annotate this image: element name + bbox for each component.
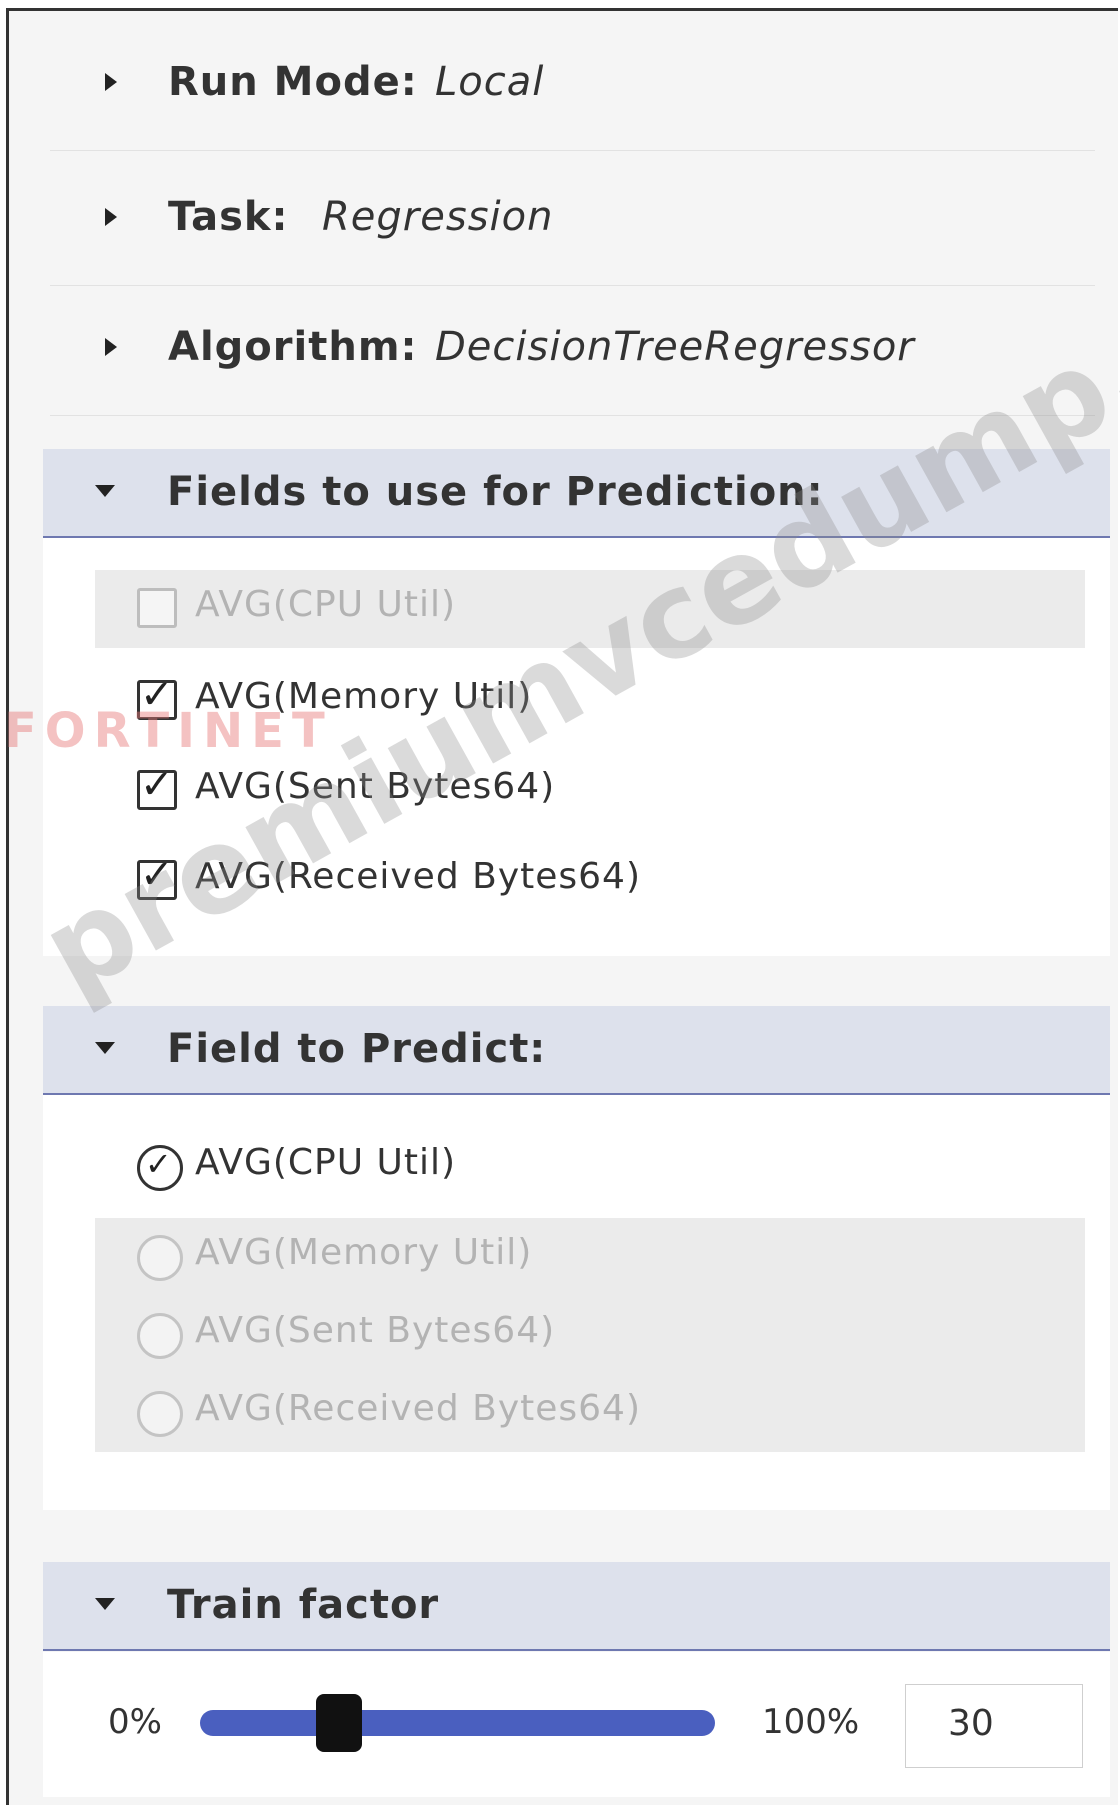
- check-icon: ✓: [140, 762, 174, 808]
- expand-arrow-icon[interactable]: [105, 208, 117, 226]
- field-option-label: AVG(Received Bytes64): [195, 856, 642, 897]
- task-value: Regression: [322, 194, 554, 240]
- slider-handle[interactable]: [316, 1694, 363, 1752]
- predict-option-cpu-util[interactable]: ✓ AVG(CPU Util): [95, 1128, 1085, 1206]
- train-section-header[interactable]: Train factor: [43, 1562, 1110, 1651]
- predict-option-label: AVG(Received Bytes64): [195, 1388, 642, 1429]
- radio-button[interactable]: ✓: [137, 1145, 183, 1191]
- checkbox[interactable]: ✓: [137, 765, 177, 810]
- slider-min-label: 0%: [108, 1702, 162, 1742]
- predict-option-received-bytes: AVG(Received Bytes64): [95, 1374, 1085, 1452]
- train-factor-slider[interactable]: [200, 1710, 715, 1736]
- fields-section-header[interactable]: Fields to use for Prediction:: [43, 449, 1110, 538]
- task-row[interactable]: Task: Regression: [50, 150, 1095, 286]
- predict-option-memory-util: AVG(Memory Util): [95, 1218, 1085, 1296]
- run-mode-value: Local: [435, 59, 545, 105]
- train-factor-input[interactable]: 30: [905, 1684, 1083, 1768]
- field-option-label: AVG(CPU Util): [195, 584, 457, 625]
- run-mode-label: Run Mode:: [168, 59, 418, 105]
- expand-arrow-icon[interactable]: [105, 338, 117, 356]
- train-section-title: Train factor: [167, 1582, 440, 1628]
- predict-option-label: AVG(Memory Util): [195, 1232, 533, 1273]
- predict-option-label: AVG(Sent Bytes64): [195, 1310, 556, 1351]
- field-option-received-bytes[interactable]: ✓ AVG(Received Bytes64): [95, 842, 1085, 920]
- checkbox[interactable]: ✓: [137, 855, 177, 900]
- checkbox: [137, 588, 177, 628]
- check-icon: ✓: [140, 852, 174, 898]
- collapse-arrow-icon[interactable]: [95, 485, 115, 497]
- radio-button: [137, 1313, 183, 1359]
- predict-section-header[interactable]: Field to Predict:: [43, 1006, 1110, 1095]
- algorithm-label: Algorithm:: [168, 324, 418, 370]
- algorithm-row[interactable]: Algorithm: DecisionTreeRegressor: [50, 280, 1095, 416]
- fortinet-logo: FORTINET: [4, 703, 333, 759]
- slider-max-label: 100%: [762, 1702, 860, 1742]
- radio-button: [137, 1391, 183, 1437]
- predict-option-label: AVG(CPU Util): [195, 1142, 457, 1183]
- fields-section-title: Fields to use for Prediction:: [167, 469, 824, 515]
- radio-button: [137, 1235, 183, 1281]
- field-option-sent-bytes[interactable]: ✓ AVG(Sent Bytes64): [95, 752, 1085, 830]
- collapse-arrow-icon[interactable]: [95, 1042, 115, 1054]
- check-icon: ✓: [145, 1145, 172, 1183]
- predict-option-sent-bytes: AVG(Sent Bytes64): [95, 1296, 1085, 1374]
- field-option-label: AVG(Sent Bytes64): [195, 766, 556, 807]
- algorithm-value: DecisionTreeRegressor: [435, 324, 915, 370]
- run-mode-row[interactable]: Run Mode: Local: [50, 15, 1095, 151]
- expand-arrow-icon[interactable]: [105, 73, 117, 91]
- predict-section-title: Field to Predict:: [167, 1026, 547, 1072]
- collapse-arrow-icon[interactable]: [95, 1598, 115, 1610]
- field-option-cpu-util: AVG(CPU Util): [95, 570, 1085, 648]
- task-label: Task:: [168, 194, 289, 240]
